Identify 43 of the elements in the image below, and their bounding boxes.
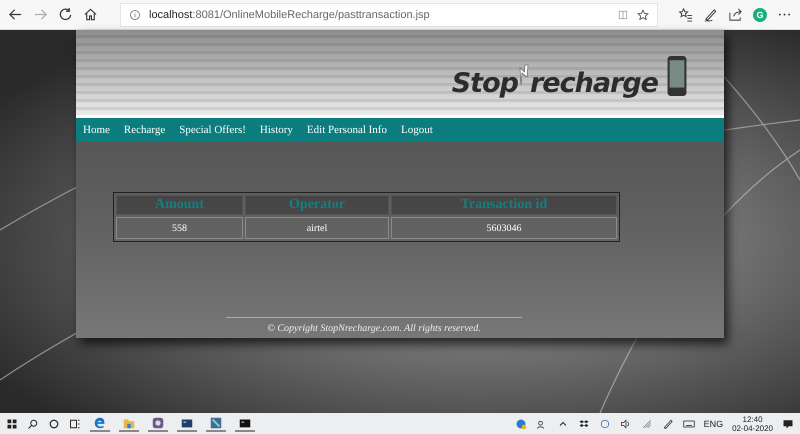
bolt-icon <box>518 63 530 87</box>
help-icon[interactable] <box>514 418 527 430</box>
nav-link[interactable]: Logout <box>400 124 433 136</box>
search-icon[interactable] <box>27 418 39 430</box>
cortana-icon[interactable] <box>48 418 60 430</box>
start-icon[interactable] <box>6 418 18 430</box>
home-icon[interactable] <box>83 7 98 22</box>
task-view-icon[interactable] <box>69 418 81 430</box>
pen-icon[interactable] <box>662 418 674 430</box>
notification-icon[interactable] <box>782 418 794 430</box>
logo-text: recharge <box>530 70 658 97</box>
clock[interactable]: 12:40 02-04-2020 <box>732 414 773 432</box>
column-header: Operator <box>245 195 389 215</box>
nav-link[interactable]: Recharge <box>124 124 166 136</box>
nav-link[interactable]: Home <box>83 124 110 136</box>
table-cell: 5603046 <box>391 217 617 239</box>
column-header: Transaction id <box>391 195 617 215</box>
pen-icon[interactable] <box>703 7 718 22</box>
table-cell: 558 <box>116 217 243 239</box>
dropbox-icon[interactable] <box>578 418 590 430</box>
phone-icon <box>666 55 688 97</box>
back-icon[interactable] <box>8 7 23 22</box>
table-cell: airtel <box>245 217 389 239</box>
column-header: Amount <box>116 195 243 215</box>
profile-avatar[interactable]: G <box>753 8 767 22</box>
logo-text: Stop <box>452 70 518 97</box>
star-icon[interactable] <box>637 8 649 20</box>
refresh-icon[interactable] <box>58 7 73 22</box>
info-icon <box>129 8 141 20</box>
app-icon[interactable] <box>206 416 226 432</box>
reading-view-icon[interactable] <box>617 8 629 20</box>
language-indicator[interactable]: ENG <box>704 418 724 428</box>
nav-link[interactable]: Special Offers! <box>179 124 246 136</box>
copyright-text: © Copyright StopNrecharge.com. All rights reserved. <box>267 323 481 334</box>
address-bar[interactable]: localhost:8081/OnlineMobileRecharge/pasttransaction.jsp <box>120 2 658 26</box>
nav-link[interactable]: Edit Personal Info <box>306 124 387 136</box>
keyboard-icon[interactable] <box>682 418 695 430</box>
nav-link[interactable]: History <box>260 124 293 136</box>
edge-icon[interactable] <box>90 416 110 432</box>
favorites-icon[interactable] <box>678 7 693 22</box>
speaker-icon[interactable] <box>620 418 632 430</box>
share-icon[interactable] <box>728 7 743 22</box>
app-icon[interactable] <box>148 416 168 432</box>
